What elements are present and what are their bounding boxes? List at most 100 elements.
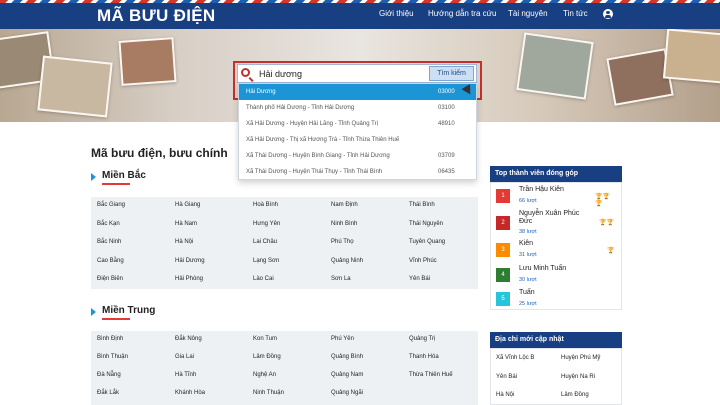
- address-link[interactable]: Xã Vĩnh Lộc B: [496, 355, 534, 361]
- province-link[interactable]: Điện Biên: [97, 276, 123, 282]
- trophy-icon: 🏆🏆: [599, 220, 614, 226]
- province-link[interactable]: Khánh Hòa: [175, 390, 205, 396]
- suggestion-item[interactable]: Xã Hải Dương - Thị xã Hương Trà - Tỉnh T…: [239, 132, 476, 148]
- user-icon[interactable]: [603, 9, 613, 19]
- province-link[interactable]: Nghệ An: [253, 372, 276, 378]
- trophy-icon: 🏆: [607, 248, 615, 254]
- new-addresses-panel: Xã Vĩnh Lộc B Huyện Phú Mỹ Yên Bái Huyện…: [490, 348, 622, 405]
- province-link[interactable]: Phú Yên: [331, 336, 354, 342]
- site-logo[interactable]: MÃ BƯU ĐIỆN: [97, 6, 215, 26]
- member-item[interactable]: 2 Nguyễn Xuân Phúc Đức 38 lượt 🏆🏆: [496, 209, 616, 237]
- address-link[interactable]: Hà Nội: [496, 392, 514, 398]
- stamp-decoration: [37, 55, 113, 118]
- province-link[interactable]: Quảng Ngãi: [331, 390, 363, 396]
- suggestion-item[interactable]: Xã Thái Dương - Huyện Bình Giang - Tỉnh …: [239, 148, 476, 164]
- suggestion-item[interactable]: Thành phố Hải Dương - Tỉnh Hải Dương 0310…: [239, 100, 476, 116]
- province-link[interactable]: Yên Bái: [409, 276, 430, 282]
- search-icon: [241, 68, 250, 77]
- province-link[interactable]: Hà Tĩnh: [175, 372, 196, 378]
- member-item[interactable]: 4 Lưu Minh Tuấn 30 lượt: [496, 264, 616, 288]
- rank-badge: 2: [496, 216, 510, 230]
- province-link[interactable]: Thái Bình: [409, 202, 435, 208]
- province-link[interactable]: Nam Định: [331, 202, 358, 208]
- province-link[interactable]: Quảng Nam: [331, 372, 363, 378]
- region-title-north: Miền Bắc: [102, 170, 146, 181]
- province-link[interactable]: Hải Dương: [175, 258, 205, 264]
- province-link[interactable]: Sơn La: [331, 276, 351, 282]
- address-link[interactable]: Yên Bái: [496, 374, 517, 380]
- province-link[interactable]: Vĩnh Phúc: [409, 258, 437, 264]
- search-box: Tìm kiếm: [237, 64, 477, 83]
- search-suggestions: Hải Dương 03000 Thành phố Hải Dương - Tỉn…: [238, 83, 477, 180]
- province-link[interactable]: Ninh Bình: [331, 221, 357, 227]
- member-item[interactable]: 3 Kiên 31 lượt 🏆: [496, 239, 616, 263]
- nav-about[interactable]: Giới thiệu: [379, 9, 414, 18]
- member-item[interactable]: 1 Trần Hậu Kiên 66 lượt 🏆🏆🏆: [496, 185, 616, 209]
- chevron-right-icon: [91, 308, 96, 316]
- province-link[interactable]: Quảng Trị: [409, 336, 435, 342]
- province-link[interactable]: Lào Cai: [253, 276, 274, 282]
- province-link[interactable]: Bắc Ninh: [97, 239, 121, 245]
- stamp-decoration: [118, 37, 177, 86]
- suggestion-name: Hải Dương: [246, 89, 276, 95]
- province-link[interactable]: Gia Lai: [175, 354, 194, 360]
- airmail-stripe: [0, 0, 720, 3]
- province-link[interactable]: Quảng Bình: [331, 354, 363, 360]
- chevron-right-icon: [91, 173, 96, 181]
- title-underline: [102, 318, 130, 320]
- province-link[interactable]: Quảng Ninh: [331, 258, 363, 264]
- province-link[interactable]: Kon Tum: [253, 336, 277, 342]
- province-link[interactable]: Thanh Hóa: [409, 354, 439, 360]
- province-link[interactable]: Tuyên Quang: [409, 239, 445, 245]
- member-count: 31 lượt: [519, 252, 537, 258]
- province-link[interactable]: Đắk Nông: [175, 336, 202, 342]
- province-link[interactable]: Thái Nguyên: [409, 221, 443, 227]
- member-count: 38 lượt: [519, 229, 537, 235]
- region-title-central: Miền Trung: [102, 305, 156, 316]
- province-link[interactable]: Lâm Đồng: [253, 354, 281, 360]
- member-name: Trần Hậu Kiên: [519, 186, 564, 193]
- province-link[interactable]: Hà Giang: [175, 202, 200, 208]
- suggestion-item[interactable]: Hải Dương 03000: [239, 84, 476, 100]
- address-link[interactable]: Huyện Phú Mỹ: [561, 355, 600, 361]
- province-link[interactable]: Cao Bằng: [97, 258, 124, 264]
- province-link[interactable]: Hải Phòng: [175, 276, 203, 282]
- member-count: 66 lượt: [519, 198, 537, 204]
- province-link[interactable]: Lạng Sơn: [253, 258, 279, 264]
- province-link[interactable]: Đắk Lắk: [97, 390, 119, 396]
- province-link[interactable]: Bình Thuận: [97, 354, 128, 360]
- top-members-panel: 1 Trần Hậu Kiên 66 lượt 🏆🏆🏆 2 Nguyễn Xuân Ph…: [490, 182, 622, 310]
- suggestion-name: Xã Thái Dương - Huyện Bình Giang - Tỉnh …: [246, 153, 390, 159]
- nav-news[interactable]: Tin tức: [563, 9, 588, 18]
- member-name: Lưu Minh Tuấn: [519, 265, 567, 272]
- province-link[interactable]: Lai Châu: [253, 239, 277, 245]
- nav-resources[interactable]: Tài nguyên: [508, 9, 548, 18]
- province-link[interactable]: Hà Nam: [175, 221, 197, 227]
- suggestion-item[interactable]: Xã Hải Dương - Huyện Hải Lăng - Tỉnh Quả…: [239, 116, 476, 132]
- suggestion-item[interactable]: Xã Thái Dương - Huyện Thái Thụy - Tỉnh T…: [239, 164, 476, 180]
- address-link[interactable]: Huyện Na Ri: [561, 374, 595, 380]
- province-link[interactable]: Hà Nội: [175, 239, 193, 245]
- province-grid-central: [91, 331, 478, 405]
- province-link[interactable]: Đà Nẵng: [97, 372, 121, 378]
- province-link[interactable]: Bình Định: [97, 336, 123, 342]
- address-link[interactable]: Lâm Đồng: [561, 392, 589, 398]
- search-button[interactable]: Tìm kiếm: [429, 66, 474, 81]
- stamp-decoration: [662, 29, 720, 84]
- province-link[interactable]: Phú Thọ: [331, 239, 354, 245]
- suggestion-name: Xã Hải Dương - Thị xã Hương Trà - Tỉnh T…: [246, 137, 400, 143]
- province-link[interactable]: Bắc Kạn: [97, 221, 120, 227]
- rank-badge: 3: [496, 243, 510, 257]
- stamp-decoration: [516, 32, 594, 100]
- province-link[interactable]: Thừa Thiên Huế: [409, 372, 453, 378]
- search-input[interactable]: [259, 67, 427, 80]
- suggestion-code: 48910: [438, 121, 455, 127]
- province-link[interactable]: Hưng Yên: [253, 221, 280, 227]
- nav-guide[interactable]: Hướng dẫn tra cứu: [428, 9, 496, 18]
- province-link[interactable]: Hoà Bình: [253, 202, 278, 208]
- member-item[interactable]: 5 Tuấn 25 lượt: [496, 288, 616, 312]
- province-link[interactable]: Bắc Giang: [97, 202, 125, 208]
- province-link[interactable]: Ninh Thuận: [253, 390, 284, 396]
- suggestion-code: 03000: [438, 89, 455, 95]
- suggestion-name: Xã Thái Dương - Huyện Thái Thụy - Tỉnh T…: [246, 169, 383, 175]
